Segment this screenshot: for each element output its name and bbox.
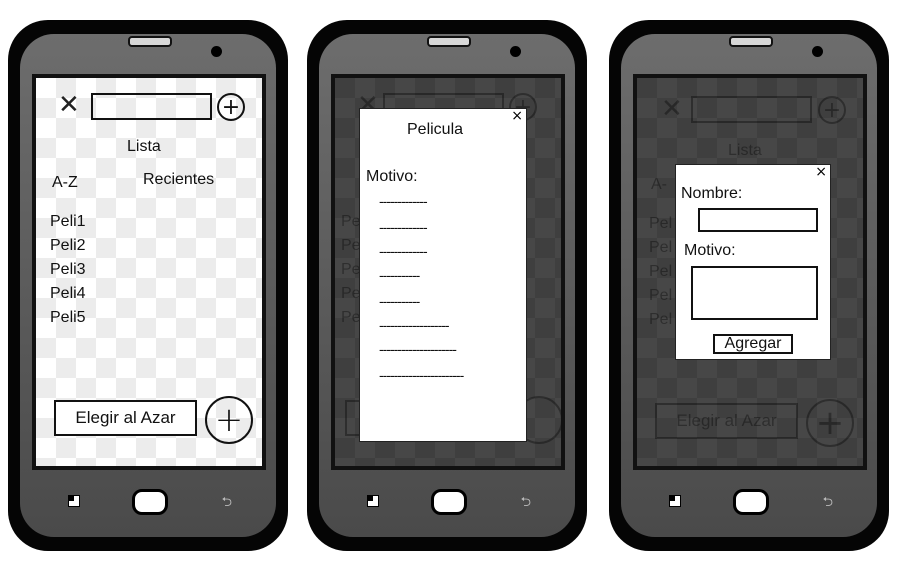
list-item-peek: Pel — [649, 239, 673, 256]
close-icon[interactable]: ✕ — [58, 92, 80, 118]
back-key-icon[interactable] — [68, 495, 80, 507]
list-item-peek: Pel — [649, 215, 673, 232]
return-key-icon[interactable]: ⮌ — [222, 496, 232, 509]
list-item-peek: Pe — [341, 237, 361, 254]
movie-modal: × Pelicula Motivo: ------------- -------… — [359, 108, 527, 442]
sort-az-tab[interactable]: A-Z — [52, 174, 78, 192]
home-key-button[interactable] — [733, 489, 769, 515]
speaker-grille — [729, 36, 773, 47]
camera-dot — [812, 46, 823, 57]
speaker-grille — [128, 36, 172, 47]
list-item[interactable]: Peli4 — [50, 285, 86, 303]
list-item[interactable]: Peli1 — [50, 213, 86, 231]
random-pick-button[interactable]: Elegir al Azar — [54, 400, 197, 436]
screen-add: ✕ + Lista A- Pel Pel Pel Pel Pel Elegir … — [633, 74, 867, 470]
list-title: Lista — [127, 138, 161, 155]
return-key-icon[interactable]: ⮌ — [823, 496, 833, 509]
list-item-peek: Pe — [341, 309, 361, 326]
phone-frame-list: ✕ + Lista A-Z Recientes Peli1 Peli2 Peli… — [8, 20, 288, 551]
modal-close-icon[interactable]: × — [815, 165, 827, 179]
search-input — [691, 96, 812, 123]
screen-detail: ✕ + Pe Pe Pe Pe Pe × Pelicula Motivo: --… — [331, 74, 565, 470]
motive-line: ----------- — [379, 293, 420, 309]
sort-az-peek: A- — [651, 176, 667, 193]
screen-list: ✕ + Lista A-Z Recientes Peli1 Peli2 Peli… — [32, 74, 266, 470]
motive-line: --------------------- — [379, 341, 457, 357]
add-fab-icon: + — [806, 399, 854, 447]
back-key-icon[interactable] — [669, 495, 681, 507]
motive-line: ------------------- — [379, 317, 450, 333]
motive-line: ----------------------- — [379, 367, 464, 383]
modal-title: Pelicula — [407, 121, 464, 138]
motive-label: Motivo: — [684, 242, 736, 259]
camera-dot — [211, 46, 222, 57]
sort-recent-tab[interactable]: Recientes — [143, 171, 214, 189]
camera-dot — [510, 46, 521, 57]
add-icon-button[interactable]: + — [217, 93, 245, 121]
list-title: Lista — [728, 142, 762, 159]
list-item-peek: Pe — [341, 213, 361, 230]
add-icon-button: + — [818, 96, 846, 124]
motive-textarea[interactable] — [691, 266, 818, 320]
speaker-grille — [427, 36, 471, 47]
motive-line: ------------- — [379, 219, 428, 235]
list-item[interactable]: Peli5 — [50, 309, 86, 327]
close-icon: ✕ — [661, 94, 683, 124]
list-item-peek: Pe — [341, 261, 361, 278]
list-item-peek: Pel — [649, 287, 673, 304]
add-submit-button[interactable]: Agregar — [713, 334, 793, 354]
home-key-button[interactable] — [132, 489, 168, 515]
list-item[interactable]: Peli2 — [50, 237, 86, 255]
motive-line: ----------- — [379, 267, 420, 283]
motive-line: ------------- — [379, 243, 428, 259]
search-input[interactable] — [91, 93, 212, 120]
add-movie-modal: × Nombre: Motivo: Agregar — [675, 164, 831, 360]
motive-label: Motivo: — [366, 168, 418, 185]
name-input[interactable] — [698, 208, 818, 232]
add-fab-icon[interactable]: + — [205, 396, 253, 444]
list-item[interactable]: Peli3 — [50, 261, 86, 279]
list-item-peek: Pel — [649, 311, 673, 328]
motive-line: ------------- — [379, 193, 428, 209]
phone-frame-detail: ✕ + Pe Pe Pe Pe Pe × Pelicula Motivo: --… — [307, 20, 587, 551]
home-key-button[interactable] — [431, 489, 467, 515]
name-label: Nombre: — [681, 185, 743, 202]
return-key-icon[interactable]: ⮌ — [521, 496, 531, 509]
back-key-icon[interactable] — [367, 495, 379, 507]
list-item-peek: Pe — [341, 285, 361, 302]
random-pick-button: Elegir al Azar — [655, 403, 798, 439]
list-item-peek: Pel — [649, 263, 673, 280]
phone-frame-add: ✕ + Lista A- Pel Pel Pel Pel Pel Elegir … — [609, 20, 889, 551]
modal-close-icon[interactable]: × — [511, 109, 523, 123]
